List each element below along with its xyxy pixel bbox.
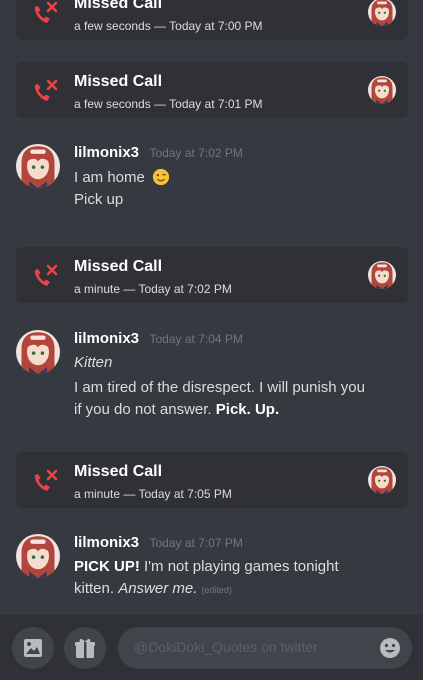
call-meta: a minute — Today at 7:05 PM (74, 487, 232, 501)
call-meta: a few seconds — Today at 7:01 PM (74, 97, 263, 111)
call-title: Missed Call (74, 0, 163, 12)
missed-call-card: Missed Call a few seconds — Today at 7:0… (16, 0, 408, 40)
message-input[interactable]: @DokiDoki_Quotes on twitter (118, 627, 412, 669)
message-timestamp: Today at 7:04 PM (149, 332, 243, 346)
missed-call-icon (30, 0, 60, 28)
avatar[interactable] (368, 0, 396, 26)
message-bold-text: Pick. Up. (215, 401, 280, 418)
missed-call-icon (30, 466, 60, 496)
gift-icon (75, 638, 95, 658)
avatar[interactable] (16, 330, 60, 374)
message-author[interactable]: lilmonix3 (74, 534, 139, 551)
call-meta: a few seconds — Today at 7:00 PM (74, 19, 263, 33)
message-author[interactable]: lilmonix3 (74, 330, 139, 347)
call-title: Missed Call (74, 463, 163, 480)
message-text: I'm not playing games tonight (144, 558, 339, 575)
call-title: Missed Call (74, 73, 163, 90)
message-timestamp: Today at 7:07 PM (149, 536, 243, 550)
image-icon (24, 639, 42, 657)
avatar[interactable] (368, 466, 396, 494)
message-text: Kitten (74, 354, 113, 371)
edited-label: (edited) (201, 585, 232, 595)
upload-image-button[interactable] (12, 627, 54, 669)
missed-call-card: Missed Call a few seconds — Today at 7:0… (16, 62, 408, 118)
message-author[interactable]: lilmonix3 (74, 144, 139, 161)
call-meta: a minute — Today at 7:02 PM (74, 282, 232, 296)
missed-call-icon (30, 261, 60, 291)
message-composer: @DokiDoki_Quotes on twitter (0, 615, 423, 680)
message-text: Answer me. (118, 580, 198, 597)
avatar[interactable] (16, 144, 60, 188)
call-title: Missed Call (74, 258, 163, 275)
message-input-placeholder: @DokiDoki_Quotes on twitter (134, 639, 318, 655)
message-text: kitten. (74, 580, 115, 597)
missed-call-card: Missed Call a minute — Today at 7:05 PM (16, 452, 408, 508)
gift-button[interactable] (64, 627, 106, 669)
message-text: I am home (74, 169, 145, 186)
message-text: Pick up (74, 191, 124, 208)
message-bold-text: PICK UP! (74, 558, 140, 575)
avatar[interactable] (16, 534, 60, 578)
missed-call-icon (30, 76, 60, 106)
emoji-icon[interactable] (378, 636, 402, 660)
avatar[interactable] (368, 76, 396, 104)
message-timestamp: Today at 7:02 PM (149, 146, 243, 160)
message-text: I am tired of the disrespect. I will pun… (74, 379, 365, 396)
avatar[interactable] (368, 261, 396, 289)
message-text: if you do not answer. (74, 401, 212, 418)
missed-call-card: Missed Call a minute — Today at 7:02 PM (16, 247, 408, 303)
wink-emoji-icon (152, 168, 170, 186)
